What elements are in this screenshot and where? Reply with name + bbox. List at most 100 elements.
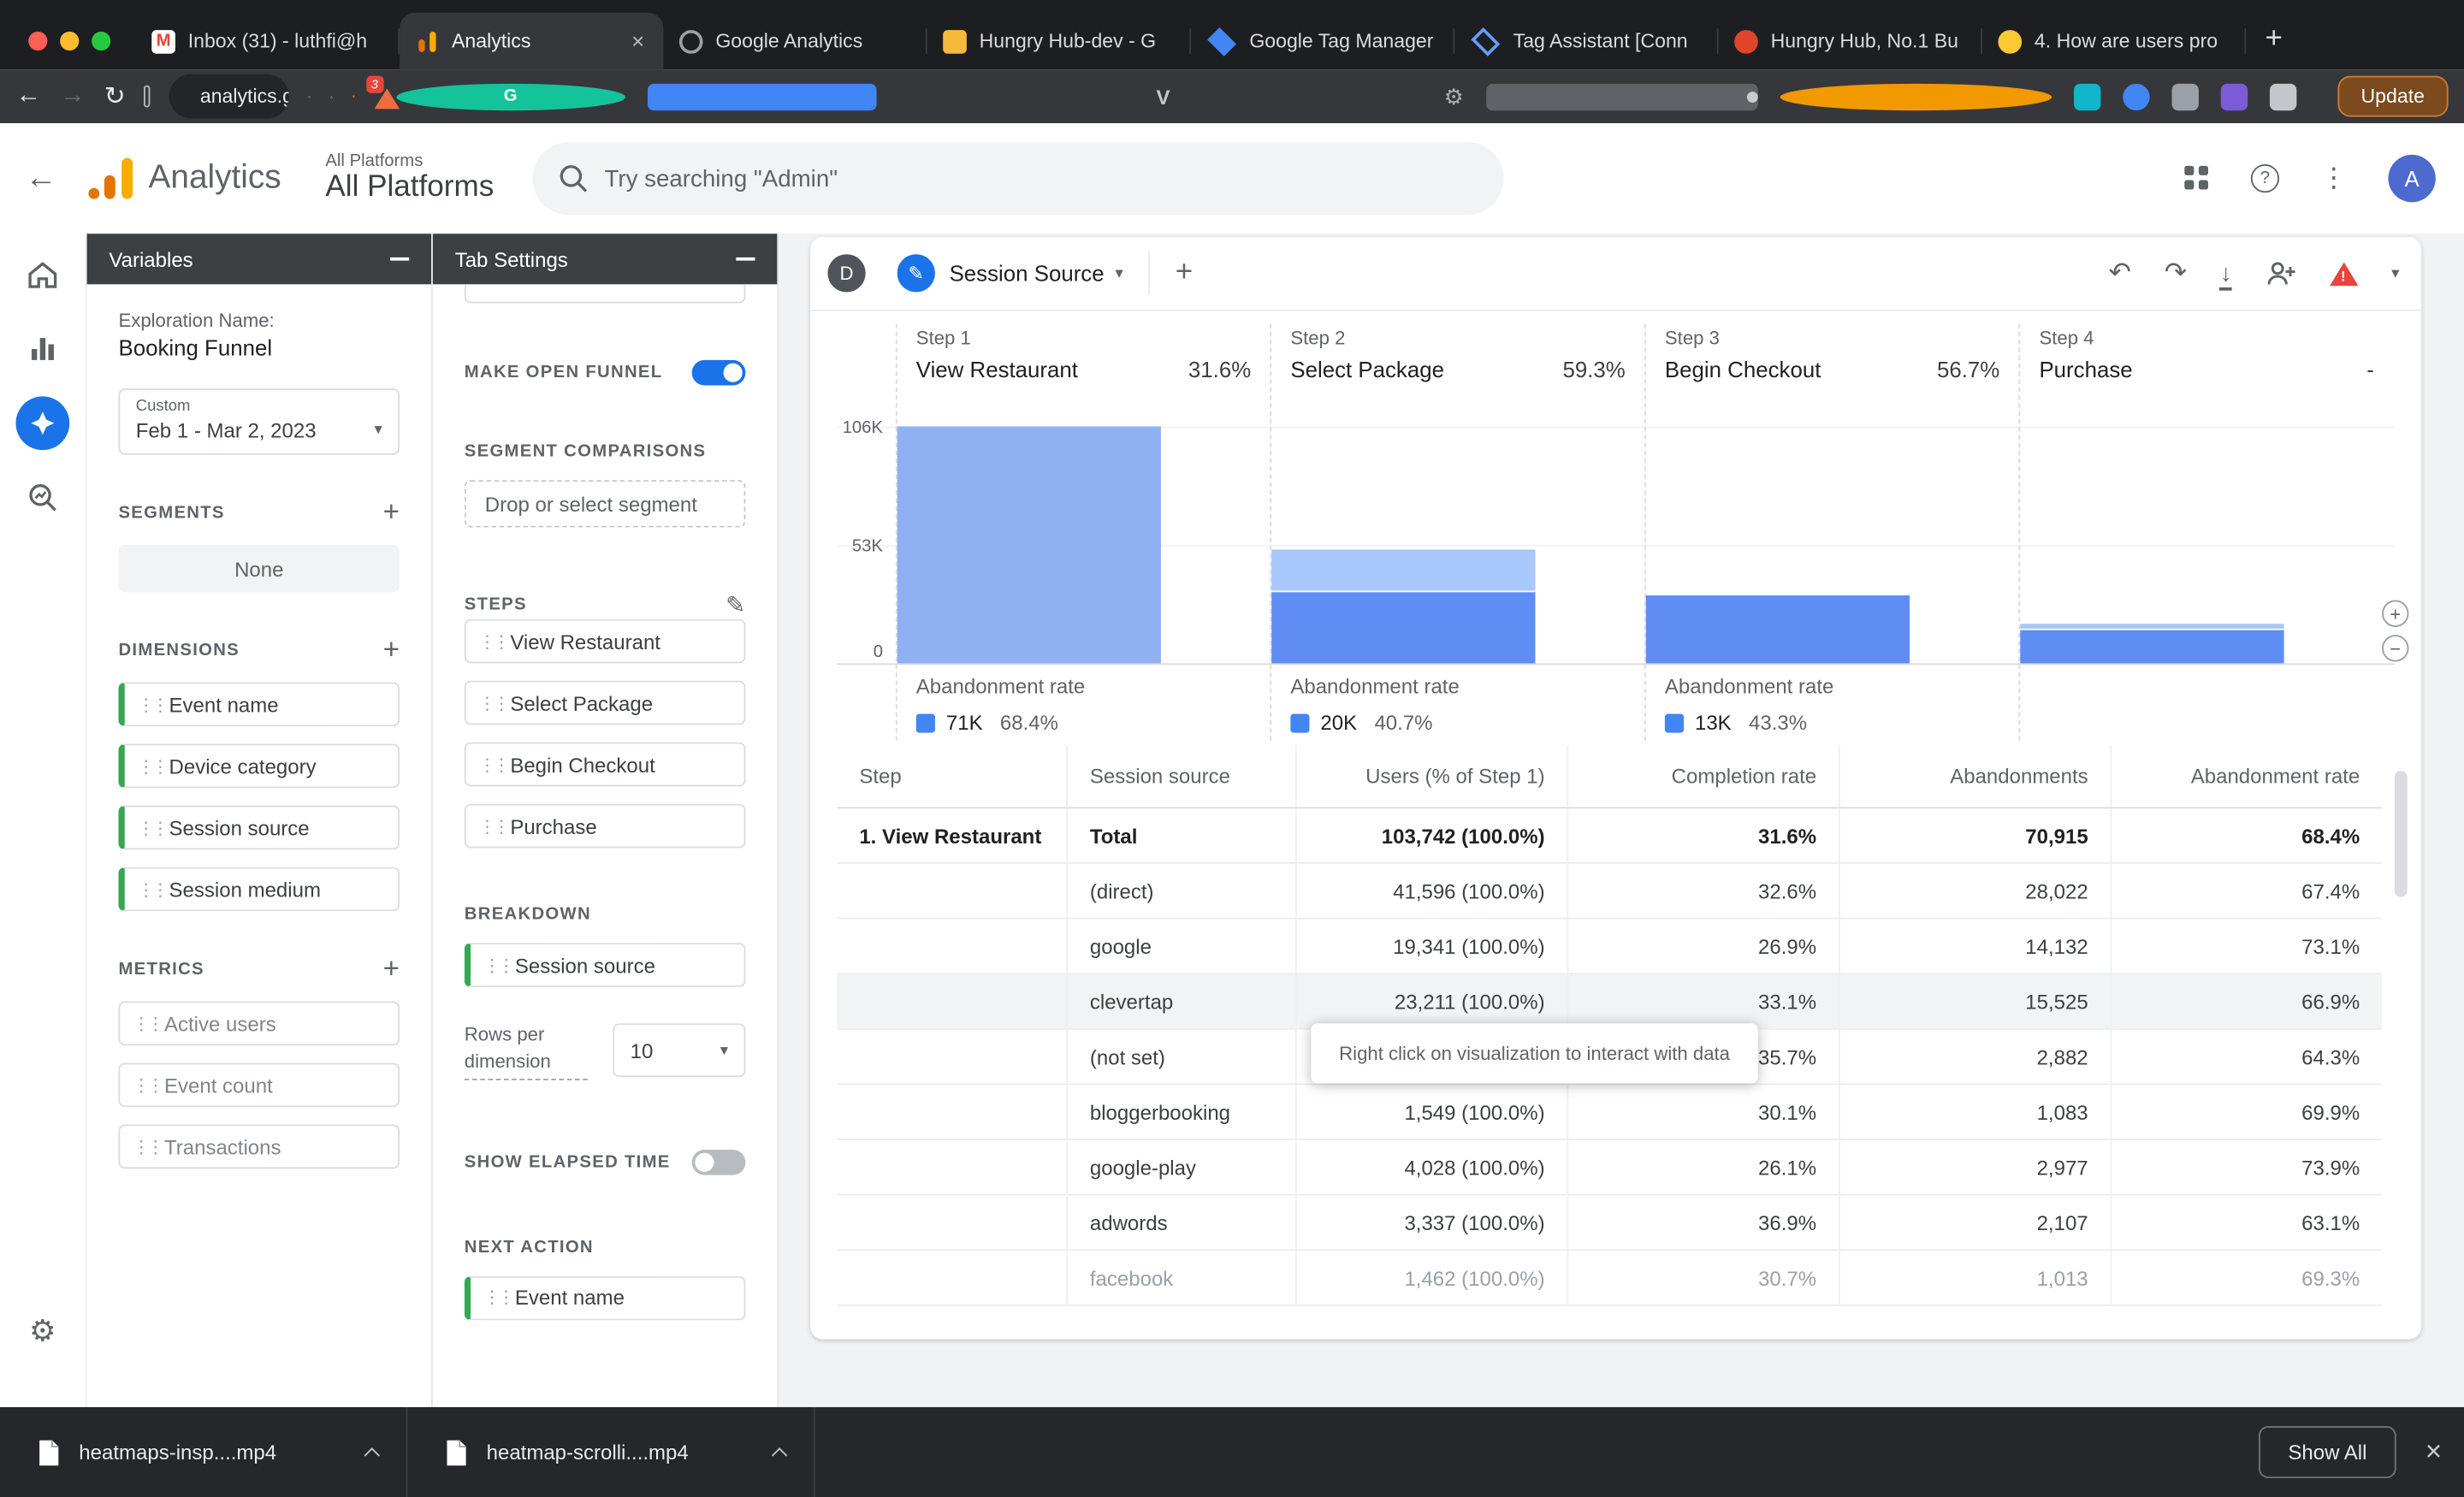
home-icon[interactable]: [24, 256, 62, 293]
bookmark-icon[interactable]: [145, 86, 150, 108]
drag-handle-icon[interactable]: ⋮⋮: [483, 955, 502, 975]
open-funnel-toggle[interactable]: [692, 360, 746, 386]
drag-handle-icon[interactable]: ⋮⋮: [138, 755, 157, 776]
table-row[interactable]: (direct) 41,596 (100.0%) 32.6% 28,022 67…: [837, 864, 2382, 920]
url-bar[interactable]: analytics.google.com/analytics/web/?auth…: [169, 74, 290, 119]
edit-tab-icon[interactable]: ✎: [897, 254, 935, 292]
table-row[interactable]: bloggerbooking 1,549 (100.0%) 30.1% 1,08…: [837, 1085, 2382, 1140]
extension-icon[interactable]: [647, 83, 876, 109]
admin-gear-icon[interactable]: ⚙: [29, 1314, 56, 1350]
show-all-button[interactable]: Show All: [2258, 1426, 2396, 1478]
drag-handle-icon[interactable]: ⋮⋮: [138, 817, 157, 837]
maximize-window-button[interactable]: [92, 32, 110, 50]
column-header[interactable]: Users (% of Step 1): [1295, 745, 1567, 807]
edit-steps-icon[interactable]: ✎: [726, 590, 745, 618]
search-input[interactable]: [532, 142, 1503, 215]
funnel-bar[interactable]: [2020, 623, 2283, 663]
extension-icon[interactable]: G: [396, 83, 625, 109]
reports-icon[interactable]: [24, 330, 62, 368]
extension-icon[interactable]: [1486, 83, 1758, 109]
table-row[interactable]: google-play 4,028 (100.0%) 26.1% 2,977 7…: [837, 1140, 2382, 1196]
extension-icon[interactable]: [2171, 83, 2198, 109]
browser-tab-hungryhub[interactable]: Hungry Hub, No.1 Bu: [1719, 13, 1982, 69]
update-browser-button[interactable]: Update: [2337, 76, 2449, 117]
drag-handle-icon[interactable]: ⋮⋮: [478, 693, 497, 713]
date-range-picker[interactable]: Custom Feb 1 - Mar 2, 2023 ▾: [118, 388, 400, 455]
undo-icon[interactable]: ↶: [2109, 257, 2131, 289]
chevron-down-icon[interactable]: ▾: [2391, 264, 2399, 281]
zoom-out-icon[interactable]: [309, 83, 311, 109]
elapsed-time-toggle[interactable]: [692, 1150, 746, 1175]
kebab-menu-icon[interactable]: ⋮: [2320, 163, 2347, 194]
drag-handle-icon[interactable]: ⋮⋮: [478, 816, 497, 837]
exploration-name-value[interactable]: Booking Funnel: [118, 334, 400, 360]
drag-handle-icon[interactable]: ⋮⋮: [138, 879, 157, 899]
tag-warning-icon[interactable]: 3: [374, 84, 377, 109]
browser-tab-analytics-active[interactable]: Analytics ×: [400, 13, 663, 69]
minimize-panel-icon[interactable]: [390, 257, 409, 261]
drag-handle-icon[interactable]: ⋮⋮: [133, 1074, 151, 1095]
column-header[interactable]: Abandonments: [1839, 745, 2111, 807]
funnel-bar[interactable]: [897, 426, 1161, 663]
dimension-item[interactable]: ⋮⋮Device category: [118, 744, 400, 789]
dimension-item[interactable]: ⋮⋮Event name: [118, 683, 400, 727]
chevron-up-icon[interactable]: [772, 1447, 787, 1462]
add-segment-button[interactable]: +: [383, 496, 400, 530]
zoom-out-button[interactable]: −: [2382, 635, 2408, 661]
browser-tab-tag-assistant[interactable]: Tag Assistant [Conn: [1454, 13, 1718, 69]
step-item[interactable]: ⋮⋮Purchase: [465, 804, 746, 849]
browser-tab-doc[interactable]: 4. How are users pro: [1982, 13, 2246, 69]
drag-handle-icon[interactable]: ⋮⋮: [483, 1287, 502, 1308]
drag-handle-icon[interactable]: ⋮⋮: [478, 754, 497, 775]
download-item[interactable]: heatmap-scrolli....mp4: [407, 1407, 814, 1497]
table-row[interactable]: 1. View Restaurant Total 103,742 (100.0%…: [837, 808, 2382, 864]
segment-drop-zone[interactable]: Drop or select segment: [465, 480, 746, 527]
add-dimension-button[interactable]: +: [383, 633, 400, 666]
advertising-icon[interactable]: [24, 478, 62, 516]
funnel-bar-segment[interactable]: [1271, 590, 1535, 664]
extension-icon[interactable]: [2074, 83, 2100, 109]
drag-handle-icon[interactable]: ⋮⋮: [133, 1013, 151, 1033]
next-action-item[interactable]: ⋮⋮Event name: [465, 1275, 746, 1320]
metric-item[interactable]: ⋮⋮Transactions: [118, 1124, 400, 1169]
funnel-bar-segment[interactable]: [897, 426, 1161, 663]
browser-tab-gmail[interactable]: M Inbox (31) - luthfi@h: [136, 13, 400, 69]
download-icon[interactable]: ↓: [2220, 260, 2232, 287]
share-users-icon[interactable]: [2265, 259, 2296, 287]
data-warning-icon[interactable]: !: [2330, 262, 2358, 286]
drag-handle-icon[interactable]: ⋮⋮: [478, 631, 497, 652]
chevron-down-icon[interactable]: ▾: [1116, 264, 1123, 281]
chevron-up-icon[interactable]: [364, 1447, 380, 1462]
dimension-item[interactable]: ⋮⋮Session medium: [118, 867, 400, 912]
extension-icon[interactable]: [2269, 83, 2295, 109]
redo-icon[interactable]: ↷: [2165, 257, 2187, 289]
column-header[interactable]: Completion rate: [1567, 745, 1839, 807]
explore-icon-selected[interactable]: [15, 396, 69, 450]
column-header[interactable]: Session source: [1066, 745, 1295, 807]
close-window-button[interactable]: [28, 32, 47, 50]
metric-item[interactable]: ⋮⋮Active users: [118, 1001, 400, 1045]
drag-handle-icon[interactable]: ⋮⋮: [133, 1136, 151, 1157]
account-switcher[interactable]: All Platforms All Platforms: [325, 151, 494, 206]
breakdown-item[interactable]: ⋮⋮Session source: [465, 943, 746, 987]
rows-per-dimension-select[interactable]: 10 ▾: [613, 1024, 745, 1078]
download-item[interactable]: heatmaps-insp....mp4: [0, 1407, 407, 1497]
minimize-window-button[interactable]: [60, 32, 79, 50]
diagnostics-grid-icon[interactable]: [2184, 166, 2210, 192]
funnel-bar-segment[interactable]: [2020, 628, 2283, 664]
browser-tab-hungryhub-dev[interactable]: Hungry Hub-dev - G: [927, 13, 1191, 69]
avatar[interactable]: A: [2388, 155, 2435, 202]
table-row[interactable]: google 19,341 (100.0%) 26.9% 14,132 73.1…: [837, 919, 2382, 974]
funnel-bar[interactable]: [1271, 549, 1535, 663]
funnel-bar-segment[interactable]: [1646, 595, 1910, 663]
back-button[interactable]: ←: [15, 82, 41, 110]
step-item[interactable]: ⋮⋮Select Package: [465, 681, 746, 725]
table-row[interactable]: adwords 3,337 (100.0%) 36.9% 2,107 63.1%: [837, 1196, 2382, 1251]
browser-tab-google-analytics[interactable]: Google Analytics: [663, 13, 927, 69]
column-header[interactable]: Step: [837, 745, 1066, 807]
extension-icon[interactable]: [2220, 83, 2247, 109]
funnel-bar[interactable]: [1646, 595, 1910, 663]
app-back-button[interactable]: ←: [0, 160, 63, 196]
add-metric-button[interactable]: +: [383, 952, 400, 985]
table-row[interactable]: facebook 1,462 (100.0%) 30.7% 1,013 69.3…: [837, 1251, 2382, 1306]
